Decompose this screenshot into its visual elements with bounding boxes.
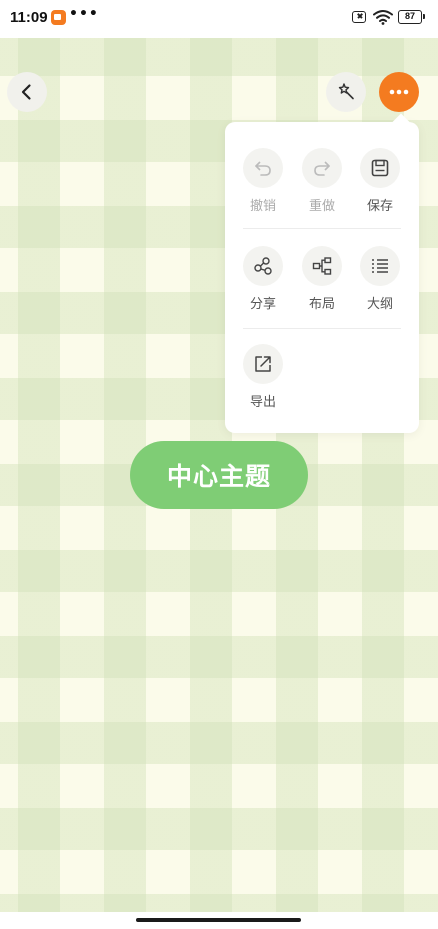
screen-record-icon	[51, 10, 66, 25]
more-options-button[interactable]	[379, 72, 419, 112]
undo-label: 撤销	[249, 199, 276, 214]
more-dots-icon	[389, 89, 409, 95]
undo-icon	[255, 161, 271, 176]
menu-divider	[243, 228, 401, 229]
status-bar: 11:09 ••• 87	[0, 0, 438, 38]
redo-label: 重做	[308, 199, 335, 214]
center-topic-node[interactable]: 中心主题	[130, 441, 308, 509]
share-label: 分享	[249, 297, 276, 312]
layout-label: 布局	[308, 297, 335, 312]
status-time: 11:09	[10, 9, 48, 26]
export-button[interactable]: 导出	[233, 344, 289, 416]
layout-icon-wrap	[302, 246, 342, 286]
share-button[interactable]: 分享	[233, 246, 289, 318]
outline-list-icon	[372, 259, 388, 273]
wifi-icon	[373, 10, 393, 25]
magic-wand-icon	[338, 83, 354, 100]
outline-icon-wrap	[360, 246, 400, 286]
home-indicator[interactable]	[136, 918, 301, 922]
share-icon-wrap	[243, 246, 283, 286]
undo-button[interactable]: 撤销	[233, 148, 289, 220]
chevron-left-icon	[21, 84, 31, 100]
more-options-menu: 撤销 重做 保存 分享 布局 大纲 导出	[225, 122, 419, 433]
layout-button[interactable]: 布局	[292, 246, 348, 318]
no-sim-icon	[352, 11, 366, 23]
redo-icon-wrap	[302, 148, 342, 188]
export-icon-wrap	[243, 344, 283, 384]
layout-icon	[312, 257, 332, 275]
export-icon	[255, 356, 271, 372]
save-icon	[371, 159, 389, 177]
status-more-icon: •••	[69, 6, 99, 22]
redo-icon	[314, 161, 330, 176]
outline-button[interactable]: 大纲	[350, 246, 406, 318]
save-button[interactable]: 保存	[350, 148, 406, 220]
save-icon-wrap	[360, 148, 400, 188]
back-button[interactable]	[7, 72, 47, 112]
save-label: 保存	[366, 199, 393, 214]
outline-label: 大纲	[366, 297, 393, 312]
share-icon	[254, 257, 272, 275]
menu-divider	[243, 328, 401, 329]
battery-indicator: 87	[398, 10, 425, 24]
redo-button[interactable]: 重做	[292, 148, 348, 220]
export-label: 导出	[249, 395, 276, 410]
magic-wand-button[interactable]	[326, 72, 366, 112]
undo-icon-wrap	[243, 148, 283, 188]
